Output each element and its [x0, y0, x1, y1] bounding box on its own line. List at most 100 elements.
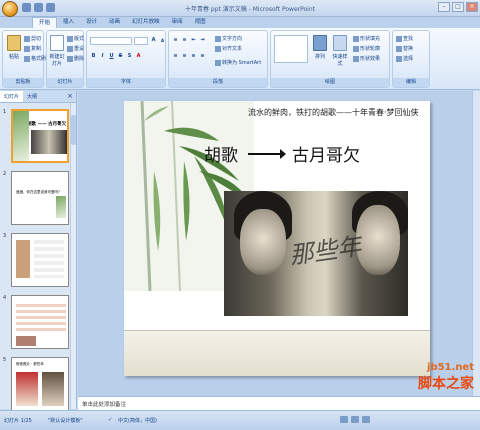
current-slide[interactable]: 流水的鲜肉，铁打的胡歌——十年青春·梦回仙侠 胡歌 古月哥欠 那些年 — [124, 101, 430, 376]
slide-thumbnail-3[interactable]: 3 — [3, 233, 71, 289]
convert-smartart-button[interactable]: 转换为 SmartArt — [215, 59, 261, 67]
replace-button[interactable]: 替换 — [396, 45, 413, 53]
ribbon-tabs: 开始 插入 设计 动画 幻灯片放映 审阅 视图 — [0, 17, 480, 28]
thumbnail-photo — [42, 372, 64, 406]
arrange-button[interactable]: 排列 — [311, 35, 329, 60]
thumbnail-preview: 宿舍照片 · 那些年 — [11, 357, 69, 411]
copy-button[interactable]: 复制 — [24, 45, 41, 53]
reset-button[interactable]: 重设 — [67, 45, 84, 53]
watermark-name: 脚本之家 — [418, 376, 474, 392]
underline-button[interactable]: U — [108, 53, 115, 60]
indent-decrease-icon[interactable]: ⇤ — [190, 37, 197, 44]
justify-icon[interactable]: ≡ — [199, 53, 206, 60]
photo-face-right — [356, 205, 400, 275]
group-font: B I U S S A A A 字体 — [86, 30, 166, 88]
shrink-font-button[interactable]: A — [159, 37, 166, 44]
align-text-button[interactable]: 对齐文本 — [215, 45, 242, 53]
group-label-font: 字体 — [87, 78, 165, 87]
normal-view-icon[interactable] — [340, 416, 348, 423]
thumbnail-photo — [31, 130, 67, 154]
shapes-gallery[interactable] — [274, 35, 308, 63]
tab-view[interactable]: 视图 — [189, 17, 212, 28]
thumbnail-preview — [11, 233, 69, 287]
tab-home[interactable]: 开始 — [32, 17, 58, 28]
text-direction-icon — [215, 35, 221, 42]
slide-thumbnail-2[interactable]: 2 遥遥，你在这里说我可爱吗？ — [3, 171, 71, 227]
close-icon[interactable]: × — [67, 92, 73, 100]
bullets-icon[interactable]: ≡ — [172, 37, 179, 44]
format-painter-button[interactable]: 格式刷 — [24, 55, 46, 63]
save-icon[interactable] — [22, 3, 31, 12]
undo-icon[interactable] — [34, 3, 43, 12]
shape-outline-button[interactable]: 形状轮廓 — [353, 45, 380, 53]
spellcheck-icon[interactable]: ✓ — [108, 417, 112, 423]
numbering-icon[interactable]: ≡ — [181, 37, 188, 44]
slide-sorter-icon[interactable] — [351, 416, 359, 423]
ribbon: 粘贴 剪切 复制 格式刷 剪贴板 新建幻灯片 版式 重设 删除 幻灯片 B I … — [0, 28, 480, 90]
tab-insert[interactable]: 插入 — [57, 17, 80, 28]
delete-button[interactable]: 删除 — [67, 55, 84, 63]
minimize-button[interactable]: – — [438, 2, 450, 12]
quick-styles-button[interactable]: 快速样式 — [331, 35, 349, 67]
slideshow-icon[interactable] — [362, 416, 370, 423]
grow-font-button[interactable]: A — [150, 37, 157, 44]
align-center-icon[interactable]: ≡ — [181, 53, 188, 60]
new-slide-button[interactable]: 新建幻灯片 — [48, 35, 66, 67]
pane-tabs: 幻灯片 大纲 × — [0, 91, 76, 103]
shadow-button[interactable]: S — [126, 53, 133, 60]
layout-button[interactable]: 版式 — [67, 35, 84, 43]
font-size-select[interactable] — [134, 37, 148, 45]
shape-effects-button[interactable]: 形状效果 — [353, 55, 380, 63]
font-color-button[interactable]: A — [135, 53, 142, 60]
font-family-select[interactable] — [90, 37, 132, 45]
paragraph-list-row: ≡ ≡ ⇤ ⇥ — [172, 37, 206, 44]
window-title: 十年青春 ppt 演示文稿 - Microsoft PowerPoint — [184, 6, 315, 13]
group-label-slides: 幻灯片 — [47, 78, 83, 87]
binoculars-icon — [396, 35, 402, 42]
notes-pane[interactable]: 单击此处添加备注 — [78, 396, 480, 410]
strikethrough-button[interactable]: S — [117, 53, 124, 60]
slide-thumbnail-4[interactable]: 4 — [3, 295, 71, 351]
thumbnail-preview: 遥遥，你在这里说我可爱吗？ — [11, 171, 69, 225]
office-button[interactable] — [2, 1, 18, 17]
canvas-scrollbar[interactable] — [472, 91, 480, 396]
arrange-icon — [313, 35, 327, 51]
tab-slides[interactable]: 幻灯片 — [0, 91, 24, 102]
window-controls: – □ × — [438, 2, 478, 12]
tab-animations[interactable]: 动画 — [103, 17, 126, 28]
cut-button[interactable]: 剪切 — [24, 35, 41, 43]
maximize-button[interactable]: □ — [452, 2, 464, 12]
tab-review[interactable]: 审阅 — [166, 17, 189, 28]
paste-button[interactable]: 粘贴 — [5, 35, 23, 60]
slide-thumbnail-1[interactable]: 1 胡歌 —— 古月哥欠 — [3, 109, 71, 165]
shape-fill-button[interactable]: 形状填充 — [353, 35, 380, 43]
slides-pane-scrollbar[interactable] — [70, 103, 76, 409]
view-buttons — [340, 416, 370, 423]
copy-icon — [24, 45, 30, 52]
bold-button[interactable]: B — [90, 53, 97, 60]
text-direction-button[interactable]: 文字方向 — [215, 35, 242, 43]
tab-slideshow[interactable]: 幻灯片放映 — [126, 17, 166, 28]
photo-face-left — [240, 209, 286, 275]
italic-button[interactable]: I — [99, 53, 106, 60]
group-label-clipboard: 剪贴板 — [3, 78, 43, 87]
select-button[interactable]: 选择 — [396, 55, 413, 63]
tab-design[interactable]: 设计 — [80, 17, 103, 28]
theme-name: "默认设计模板" — [48, 418, 83, 424]
font-format-row: B I U S S A — [90, 53, 142, 60]
new-slide-icon — [50, 35, 64, 51]
delete-icon — [67, 55, 73, 62]
align-left-icon[interactable]: ≡ — [172, 53, 179, 60]
find-button[interactable]: 查找 — [396, 35, 413, 43]
scroll-thumb[interactable] — [71, 115, 76, 145]
group-paragraph: ≡ ≡ ⇤ ⇥ ≡ ≡ ≡ ≡ 文字方向 对齐文本 转换为 SmartArt 段… — [168, 30, 268, 88]
paragraph-align-row: ≡ ≡ ≡ ≡ — [172, 53, 206, 60]
slide-thumbnail-5[interactable]: 5 宿舍照片 · 那些年 — [3, 357, 71, 413]
tab-outline[interactable]: 大纲 — [23, 91, 41, 102]
group-editing: 查找 替换 选择 编辑 — [392, 30, 430, 88]
align-right-icon[interactable]: ≡ — [190, 53, 197, 60]
redo-icon[interactable] — [46, 3, 55, 12]
arrow-right-icon — [248, 148, 286, 159]
close-button[interactable]: × — [466, 2, 478, 12]
indent-increase-icon[interactable]: ⇥ — [199, 37, 206, 44]
